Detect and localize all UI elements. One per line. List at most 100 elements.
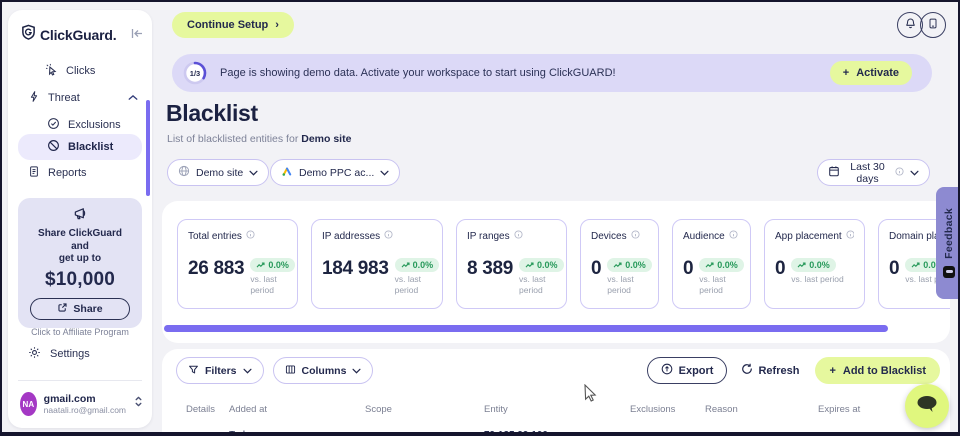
- progress-label: 1/3: [183, 61, 207, 85]
- sidebar-scrollbar[interactable]: [146, 100, 150, 196]
- account-switcher-icon[interactable]: [133, 395, 144, 413]
- check-circle-icon: [47, 117, 60, 133]
- col-added-at[interactable]: Added at: [229, 404, 267, 415]
- chevron-up-icon: [128, 92, 138, 104]
- trend-value: 0.0%: [268, 260, 289, 270]
- promo-amount: $10,000: [18, 269, 142, 291]
- demo-data-banner: 1/3 Page is showing demo data. Activate …: [172, 54, 932, 92]
- info-icon: [246, 230, 255, 242]
- stat-vs-label: vs. last period: [395, 274, 432, 296]
- subtitle-prefix: List of blacklisted entities for: [167, 133, 301, 145]
- feedback-tab[interactable]: Feedback: [936, 187, 958, 299]
- book-icon: [927, 17, 939, 33]
- columns-button[interactable]: Columns: [273, 357, 374, 384]
- date-range-value: Last 30 days: [846, 161, 889, 185]
- plus-icon: +: [829, 365, 835, 377]
- table-toolbar: Filters Columns Export Refre: [176, 357, 940, 384]
- sidebar: ClickGuard. Clicks Threat: [8, 10, 152, 428]
- add-to-blacklist-label: Add to Blacklist: [843, 365, 926, 377]
- app-window: ClickGuard. Clicks Threat: [2, 2, 958, 432]
- logo: ClickGuard.: [21, 24, 144, 45]
- sidebar-item-clicks[interactable]: Clicks: [45, 60, 140, 82]
- trend-value: 0.0%: [625, 260, 646, 270]
- sidebar-collapse-icon[interactable]: [131, 28, 144, 42]
- speech-bubble-icon: [915, 394, 939, 419]
- lightning-icon: [28, 90, 40, 106]
- stat-label: Devices: [591, 231, 627, 242]
- logo-text: ClickGuard.: [40, 27, 116, 43]
- horizontal-scrollbar[interactable]: [164, 325, 888, 332]
- funnel-icon: [188, 364, 199, 378]
- trend-badge: 0.0%: [791, 258, 836, 272]
- col-reason[interactable]: Reason: [705, 404, 738, 415]
- date-range-selector[interactable]: Last 30 days: [817, 159, 930, 186]
- page-subtitle: List of blacklisted entities for Demo si…: [167, 133, 351, 145]
- stat-card-audience: Audience 0 0.0% vs. last period: [672, 219, 751, 309]
- sidebar-item-reports[interactable]: Reports: [28, 162, 138, 184]
- banner-message: Page is showing demo data. Activate your…: [220, 67, 616, 79]
- globe-icon: [178, 165, 190, 180]
- user-account[interactable]: NA gmail.com naatali.ro@gmail.com: [20, 392, 144, 416]
- knowledge-base-button[interactable]: [920, 12, 946, 38]
- gear-icon: [28, 346, 41, 362]
- cursor-click-icon: [45, 63, 58, 79]
- info-icon: [514, 230, 523, 242]
- settings-label: Settings: [50, 348, 90, 360]
- page-title: Blacklist: [166, 100, 258, 127]
- share-button[interactable]: Share: [30, 298, 130, 320]
- info-icon: [631, 230, 640, 242]
- stat-card-ip-ranges: IP ranges 8 389 0.0% vs. last period: [456, 219, 567, 309]
- activate-label: Activate: [856, 67, 899, 79]
- promo-text-line1: Share ClickGuard and: [18, 226, 142, 253]
- ban-icon: [47, 139, 60, 155]
- document-icon: [28, 165, 40, 181]
- trend-badge: 0.0%: [699, 258, 744, 272]
- stat-card-total-entries: Total entries 26 883 0.0% vs. last perio…: [177, 219, 298, 309]
- columns-label: Columns: [302, 365, 347, 377]
- trend-badge: 0.0%: [607, 258, 652, 272]
- info-icon: [729, 230, 738, 242]
- col-entity[interactable]: Entity: [484, 404, 508, 415]
- stat-card-ip-addresses: IP addresses 184 983 0.0% vs. last perio…: [311, 219, 443, 309]
- nav-label: Reports: [48, 167, 87, 179]
- refresh-button[interactable]: Refresh: [741, 363, 799, 378]
- stats-panel: Total entries 26 883 0.0% vs. last perio…: [162, 201, 950, 343]
- export-button[interactable]: Export: [647, 357, 728, 384]
- col-details[interactable]: Details: [186, 404, 215, 415]
- blacklist-table-panel: Filters Columns Export Refre: [162, 349, 950, 432]
- nav-label: Exclusions: [68, 119, 121, 131]
- nav-label: Clicks: [66, 65, 95, 77]
- sidebar-item-threat[interactable]: Threat: [28, 87, 138, 109]
- sidebar-item-settings[interactable]: Settings: [28, 346, 90, 362]
- activate-button[interactable]: + Activate: [830, 61, 912, 85]
- site-selector[interactable]: Demo site: [167, 159, 269, 186]
- plus-icon: +: [843, 67, 849, 79]
- chevron-down-icon: [249, 167, 258, 179]
- col-expires-at[interactable]: Expires at: [818, 404, 860, 415]
- stat-label: IP addresses: [322, 231, 380, 242]
- trend-badge: 0.0%: [519, 258, 564, 272]
- filters-label: Filters: [205, 365, 237, 377]
- continue-setup-button[interactable]: Continue Setup ›: [172, 12, 294, 38]
- share-label: Share: [73, 303, 102, 315]
- columns-icon: [285, 364, 296, 378]
- add-to-blacklist-button[interactable]: + Add to Blacklist: [815, 357, 940, 384]
- stat-vs-label: vs. last period: [699, 274, 740, 296]
- stat-vs-label: vs. last period: [519, 274, 556, 296]
- ppc-account-value: Demo PPC ac...: [299, 167, 374, 179]
- chat-launcher-button[interactable]: [905, 384, 949, 428]
- stats-cards-row: Total entries 26 883 0.0% vs. last perio…: [177, 219, 950, 309]
- filters-button[interactable]: Filters: [176, 357, 264, 384]
- info-icon: [895, 167, 904, 179]
- stat-value: 0: [775, 258, 785, 280]
- col-scope[interactable]: Scope: [365, 404, 392, 415]
- sidebar-item-exclusions[interactable]: Exclusions: [47, 114, 140, 136]
- export-icon: [661, 363, 673, 378]
- affiliate-promo-card[interactable]: Share ClickGuard and get up to $10,000 S…: [18, 198, 142, 328]
- sidebar-item-blacklist[interactable]: Blacklist: [18, 134, 142, 160]
- ppc-account-selector[interactable]: Demo PPC ac...: [270, 159, 400, 186]
- subtitle-site: Demo site: [301, 133, 351, 145]
- site-selector-value: Demo site: [196, 167, 243, 179]
- chevron-down-icon: [380, 167, 389, 179]
- col-exclusions[interactable]: Exclusions: [630, 404, 675, 415]
